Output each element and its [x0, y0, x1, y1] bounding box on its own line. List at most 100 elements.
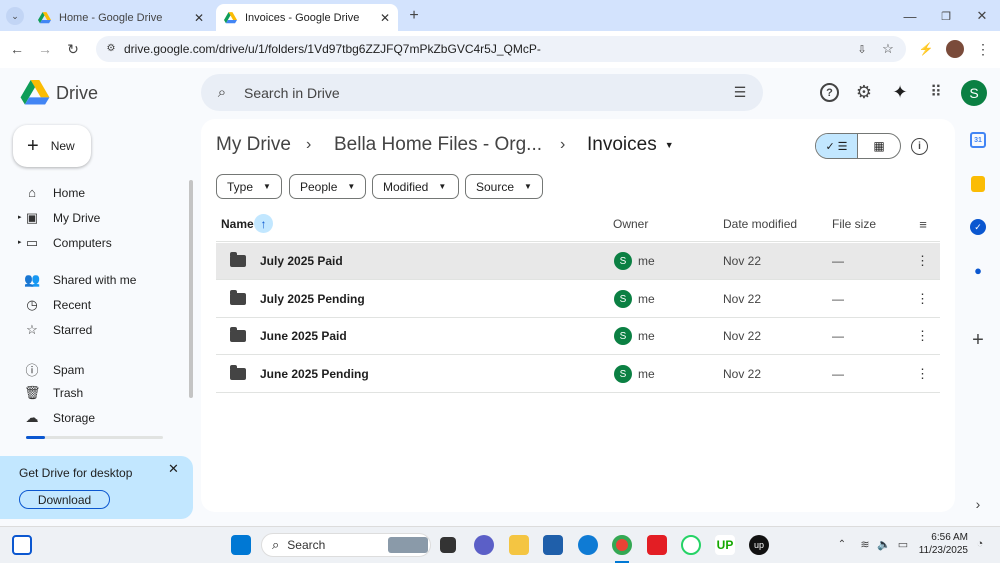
tasks-icon[interactable]: ✓ — [970, 219, 986, 235]
microsoft-store-icon[interactable] — [543, 535, 563, 555]
browser-profile-avatar[interactable] — [946, 40, 964, 58]
teams-icon[interactable] — [474, 535, 494, 555]
search-icon[interactable]: ⌕ — [213, 83, 231, 101]
settings-gear-icon[interactable]: ⚙ — [854, 82, 874, 102]
filter-type-chip[interactable]: Type ▼ — [216, 174, 282, 199]
drive-logo-icon[interactable] — [20, 80, 50, 106]
expand-side-panel-icon[interactable]: › — [970, 496, 986, 512]
grid-view-button[interactable]: ▦ — [858, 134, 900, 158]
sidebar-scrollbar[interactable] — [189, 180, 193, 398]
list-view-button[interactable]: ✓ ☰ — [816, 134, 859, 158]
filter-label: Modified — [383, 179, 429, 194]
breadcrumb-current-folder[interactable]: Invoices ▼ — [587, 134, 674, 156]
column-header-size[interactable]: File size — [832, 217, 876, 231]
notifications-icon[interactable]: ◔ — [973, 537, 987, 551]
extensions-icon[interactable]: ⚡ — [918, 41, 934, 57]
expand-arrow-icon[interactable]: ▸ — [18, 238, 22, 246]
task-view-icon[interactable] — [440, 537, 456, 553]
help-icon[interactable]: ? — [820, 83, 839, 102]
browser-menu-icon[interactable]: ⋮ — [974, 40, 992, 58]
gemini-sparkle-icon[interactable]: ✦ — [890, 82, 910, 102]
sidebar-item-starred[interactable]: ☆ Starred — [24, 322, 92, 338]
reload-icon[interactable]: ↻ — [64, 40, 82, 58]
taskbar-search[interactable]: ⌕ Search — [261, 533, 431, 557]
breadcrumb-bella-home-files[interactable]: Bella Home Files - Org... — [334, 134, 542, 156]
sidebar-item-trash[interactable]: 🗑 Trash — [24, 385, 83, 401]
get-addons-plus-icon[interactable]: + — [968, 329, 988, 351]
table-row[interactable]: June 2025 Paid S me Nov 22 — ⋮ — [216, 318, 940, 355]
address-bar[interactable]: ⚙ drive.google.com/drive/u/1/folders/1Vd… — [96, 36, 906, 62]
bookmark-star-icon[interactable]: ☆ — [880, 41, 896, 57]
widgets-icon[interactable] — [12, 535, 32, 555]
close-window-icon[interactable]: ✕ — [972, 6, 992, 26]
minimize-icon[interactable]: — — [900, 6, 920, 26]
edge-icon[interactable] — [578, 535, 598, 555]
sort-ascending-icon[interactable]: ↑ — [254, 214, 273, 233]
restore-icon[interactable]: ❐ — [936, 6, 956, 26]
column-header-name[interactable]: Name — [221, 217, 254, 231]
more-actions-icon[interactable]: ⋮ — [916, 366, 929, 382]
sidebar-item-spam[interactable]: ⓘ Spam — [24, 360, 84, 379]
more-actions-icon[interactable]: ⋮ — [916, 291, 929, 307]
tab-home[interactable]: Home - Google Drive ✕ — [30, 4, 212, 31]
new-button[interactable]: + New — [13, 125, 91, 167]
keep-icon[interactable] — [971, 176, 985, 192]
sidebar-item-storage[interactable]: ☁ Storage — [24, 410, 96, 426]
close-tab-icon[interactable]: ✕ — [380, 11, 390, 25]
table-row[interactable]: June 2025 Pending S me Nov 22 — ⋮ — [216, 356, 940, 393]
file-explorer-icon[interactable] — [509, 535, 529, 555]
site-info-icon[interactable]: ⚙ — [104, 41, 118, 55]
new-tab-icon[interactable]: + — [405, 7, 423, 25]
volume-icon[interactable]: 🔈 — [877, 537, 891, 551]
sidebar-item-home[interactable]: ⌂ Home — [24, 185, 85, 200]
calendar-icon[interactable]: 31 — [970, 132, 986, 148]
details-info-icon[interactable]: i — [911, 138, 928, 155]
battery-icon[interactable]: ▭ — [896, 537, 910, 551]
filter-source-chip[interactable]: Source ▼ — [465, 174, 543, 199]
download-button[interactable]: Download — [19, 490, 110, 509]
sidebar-item-my-drive[interactable]: ▣ My Drive — [24, 210, 101, 226]
install-app-icon[interactable]: ⇩ — [854, 41, 870, 57]
upwork-tracker-icon[interactable]: up — [749, 535, 769, 555]
more-actions-icon[interactable]: ⋮ — [916, 253, 929, 269]
wifi-icon[interactable]: ≋ — [858, 537, 872, 551]
close-tab-icon[interactable]: ✕ — [194, 11, 204, 25]
tab-invoices[interactable]: Invoices - Google Drive ✕ — [216, 4, 398, 31]
whatsapp-icon[interactable] — [681, 535, 701, 555]
show-hidden-icons-chevron-up-icon[interactable]: ⌃ — [835, 537, 849, 551]
sidebar-item-computers[interactable]: ▭ Computers — [24, 235, 112, 251]
more-actions-icon[interactable]: ⋮ — [916, 328, 929, 344]
trash-icon: 🗑 — [24, 385, 41, 400]
search-options-icon[interactable]: ☰ — [731, 83, 749, 101]
sort-options-icon[interactable]: ≡ — [914, 216, 932, 232]
folder-name: July 2025 Paid — [260, 254, 343, 268]
date-modified: Nov 22 — [723, 254, 762, 268]
back-icon[interactable]: ← — [8, 40, 26, 58]
upwork-icon[interactable]: UP — [715, 535, 735, 555]
app-name[interactable]: Drive — [56, 83, 98, 104]
apps-grid-icon[interactable]: ⠿ — [926, 82, 946, 102]
account-avatar[interactable]: S — [961, 80, 987, 106]
close-promo-icon[interactable]: ✕ — [168, 461, 179, 477]
breadcrumb-my-drive[interactable]: My Drive — [216, 134, 291, 156]
sidebar-item-label: Shared with me — [53, 273, 137, 287]
forward-icon[interactable]: → — [36, 40, 54, 58]
expand-arrow-icon[interactable]: ▸ — [18, 213, 22, 221]
contacts-icon[interactable]: ● — [970, 262, 986, 278]
folder-icon — [230, 290, 246, 305]
column-header-date[interactable]: Date modified — [723, 217, 797, 231]
filter-people-chip[interactable]: People ▼ — [289, 174, 366, 199]
search-bar[interactable]: ⌕ Search in Drive ☰ — [201, 74, 763, 111]
filter-modified-chip[interactable]: Modified ▼ — [372, 174, 459, 199]
chrome-icon[interactable] — [612, 535, 632, 555]
windows-start-icon[interactable] — [231, 535, 251, 555]
sidebar-item-shared[interactable]: 👥 Shared with me — [24, 272, 136, 288]
taskbar-time[interactable]: 6:56 AM — [922, 532, 968, 543]
file-size: — — [832, 329, 844, 343]
tab-search-icon[interactable]: ⌄ — [6, 7, 24, 25]
sidebar-item-recent[interactable]: ◷ Recent — [24, 297, 91, 313]
table-row[interactable]: July 2025 Paid S me Nov 22 — ⋮ — [216, 243, 940, 280]
taskbar-date[interactable]: 11/23/2025 — [913, 545, 968, 556]
wps-office-icon[interactable] — [647, 535, 667, 555]
table-row[interactable]: July 2025 Pending S me Nov 22 — ⋮ — [216, 281, 940, 318]
